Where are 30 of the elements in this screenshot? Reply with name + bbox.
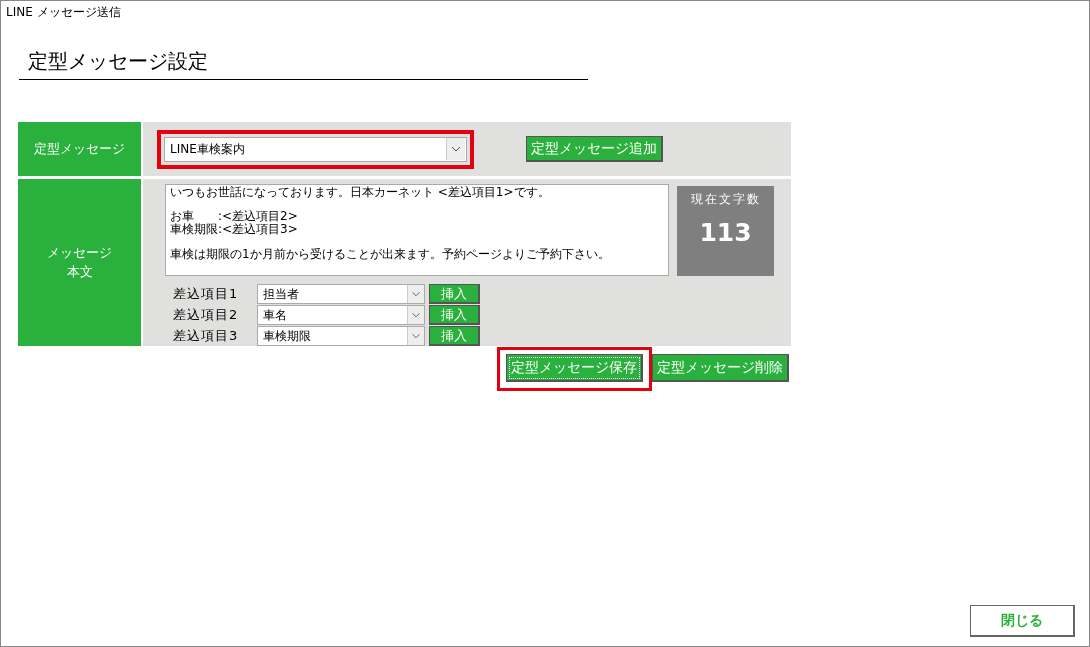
template-label: 定型メッセージ: [18, 122, 141, 176]
field-label: 差込項目2: [173, 306, 240, 324]
field-dropdown[interactable]: 担当者: [257, 284, 425, 304]
page-heading: 定型メッセージ設定: [19, 48, 588, 80]
save-button[interactable]: 定型メッセージ保存: [506, 354, 643, 382]
insert-button[interactable]: 挿入: [429, 284, 480, 304]
delete-button[interactable]: 定型メッセージ削除: [652, 354, 789, 382]
field-label: 差込項目3: [173, 327, 240, 345]
field-dropdown[interactable]: 車検期限: [257, 326, 425, 346]
character-count: 113: [699, 218, 752, 247]
message-textarea[interactable]: いつもお世話になっております。日本カーネット <差込項目1>です。 お車 :<差込項目2> 車検期限:<差込項目3> 車検は期限の1か月前から受けることが出来ます。予約ページよりご予約下さい。: [165, 184, 669, 276]
insert-button[interactable]: 挿入: [429, 326, 480, 346]
message-body-label: メッセージ: [47, 244, 112, 263]
message-text-line: 車検は期限の1か月前から受けることが出来ます。予約ページよりご予約下さい。: [170, 247, 611, 261]
character-count-label: 現在文字数: [690, 191, 761, 208]
message-body-label: 本文: [66, 262, 93, 281]
field-dropdown[interactable]: 車名: [257, 305, 425, 325]
message-text-line: お車 :<差込項目2>: [170, 210, 299, 224]
message-text-line: 車検期限:<差込項目3>: [170, 223, 299, 237]
field-label: 差込項目1: [173, 285, 240, 303]
chevron-down-icon: [446, 138, 465, 160]
close-button[interactable]: 閉じる: [970, 605, 1075, 637]
window-title: LINE メッセージ送信: [5, 4, 122, 21]
insert-button[interactable]: 挿入: [429, 305, 480, 325]
chevron-down-icon: [407, 327, 424, 345]
message-text-line: いつもお世話になっております。日本カーネット <差込項目1>です。: [170, 186, 551, 200]
add-template-button[interactable]: 定型メッセージ追加: [526, 136, 663, 162]
chevron-down-icon: [407, 306, 424, 324]
template-dropdown[interactable]: LINE車検案内: [164, 136, 467, 162]
chevron-down-icon: [407, 285, 424, 303]
